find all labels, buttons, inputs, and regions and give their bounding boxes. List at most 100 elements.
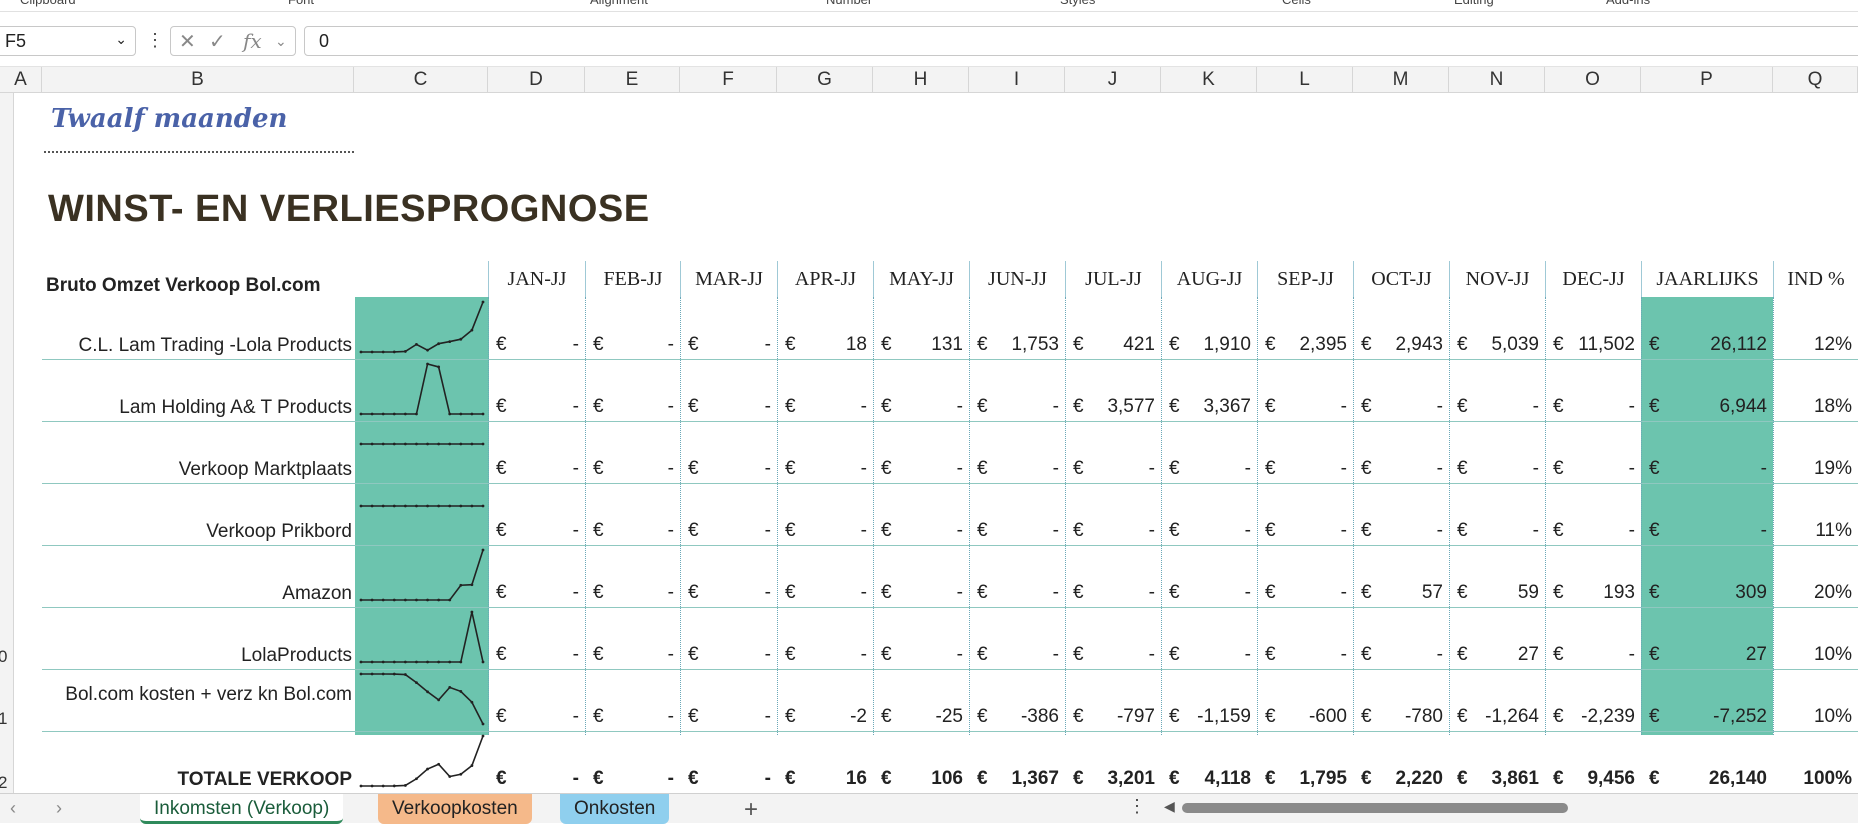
- name-box[interactable]: F5 ⌄: [0, 26, 136, 56]
- value-cell[interactable]: €131: [873, 334, 969, 358]
- value-cell[interactable]: € -: [1545, 644, 1641, 668]
- column-header-j[interactable]: J: [1065, 67, 1161, 93]
- formula-input[interactable]: 0: [304, 26, 1858, 56]
- value-cell[interactable]: € -: [777, 644, 873, 668]
- pct-cell[interactable]: 10%: [1773, 706, 1858, 730]
- value-cell[interactable]: € -: [873, 644, 969, 668]
- value-cell[interactable]: € -: [1449, 520, 1545, 544]
- value-cell[interactable]: € -: [488, 768, 585, 792]
- value-cell[interactable]: € -: [680, 520, 777, 544]
- insert-function-icon[interactable]: fx: [243, 29, 262, 53]
- value-cell[interactable]: €1,367: [969, 768, 1065, 792]
- column-header-f[interactable]: F: [680, 67, 777, 93]
- pct-cell[interactable]: 10%: [1773, 644, 1858, 668]
- value-cell[interactable]: € -: [585, 644, 680, 668]
- scroll-left-icon[interactable]: ◀: [1164, 798, 1175, 815]
- tab-verkoopkosten[interactable]: Verkoopkosten: [378, 794, 532, 824]
- column-header-k[interactable]: K: [1161, 67, 1257, 93]
- value-cell[interactable]: € -: [1161, 520, 1257, 544]
- value-cell[interactable]: € -: [1545, 396, 1641, 420]
- value-cell[interactable]: € -: [1161, 644, 1257, 668]
- value-cell[interactable]: € -: [1257, 520, 1353, 544]
- value-cell[interactable]: € -: [1641, 520, 1773, 544]
- value-cell[interactable]: € -: [1353, 396, 1449, 420]
- value-cell[interactable]: € -: [1353, 644, 1449, 668]
- column-header-p[interactable]: P: [1641, 67, 1773, 93]
- value-cell[interactable]: € -: [585, 520, 680, 544]
- value-cell[interactable]: € -: [873, 582, 969, 606]
- value-cell[interactable]: € -: [488, 396, 585, 420]
- row-header[interactable]: 2: [0, 773, 7, 793]
- value-cell[interactable]: €5,039: [1449, 334, 1545, 358]
- pct-cell[interactable]: 19%: [1773, 458, 1858, 482]
- value-cell[interactable]: €3,861: [1449, 768, 1545, 792]
- value-cell[interactable]: € -2,239: [1545, 706, 1641, 730]
- value-cell[interactable]: € -: [585, 458, 680, 482]
- value-cell[interactable]: € -: [585, 768, 680, 792]
- pct-cell[interactable]: 18%: [1773, 396, 1858, 420]
- value-cell[interactable]: € -1,159: [1161, 706, 1257, 730]
- pct-cell[interactable]: 12%: [1773, 334, 1858, 358]
- pct-cell[interactable]: 100%: [1773, 768, 1858, 792]
- value-cell[interactable]: €3,201: [1065, 768, 1161, 792]
- value-cell[interactable]: € -: [777, 520, 873, 544]
- scrollbar-thumb[interactable]: [1182, 803, 1568, 813]
- value-cell[interactable]: € -: [488, 706, 585, 730]
- value-cell[interactable]: € -: [680, 768, 777, 792]
- value-cell[interactable]: € -600: [1257, 706, 1353, 730]
- value-cell[interactable]: €11,502: [1545, 334, 1641, 358]
- value-cell[interactable]: €2,395: [1257, 334, 1353, 358]
- value-cell[interactable]: € -386: [969, 706, 1065, 730]
- value-cell[interactable]: € -: [585, 396, 680, 420]
- value-cell[interactable]: € -: [488, 582, 585, 606]
- value-cell[interactable]: € -: [1161, 458, 1257, 482]
- column-header-o[interactable]: O: [1545, 67, 1641, 93]
- value-cell[interactable]: € -: [1257, 644, 1353, 668]
- value-cell[interactable]: € -: [1353, 520, 1449, 544]
- value-cell[interactable]: €421: [1065, 334, 1161, 358]
- value-cell[interactable]: € -: [1065, 644, 1161, 668]
- value-cell[interactable]: € -: [969, 396, 1065, 420]
- row-header[interactable]: 0: [0, 647, 7, 667]
- value-cell[interactable]: €26,140: [1641, 768, 1773, 792]
- value-cell[interactable]: € -: [1353, 458, 1449, 482]
- column-header-b[interactable]: B: [42, 67, 354, 93]
- value-cell[interactable]: €1,753: [969, 334, 1065, 358]
- value-cell[interactable]: € -: [1257, 458, 1353, 482]
- chevron-down-icon[interactable]: ⌄: [275, 33, 287, 50]
- value-cell[interactable]: € -: [1065, 458, 1161, 482]
- value-cell[interactable]: € -: [680, 458, 777, 482]
- value-cell[interactable]: € -: [969, 582, 1065, 606]
- more-options-icon[interactable]: ⋮: [146, 30, 164, 51]
- value-cell[interactable]: € -: [585, 582, 680, 606]
- column-header-n[interactable]: N: [1449, 67, 1545, 93]
- value-cell[interactable]: € -: [1257, 396, 1353, 420]
- value-cell[interactable]: € -: [488, 644, 585, 668]
- add-sheet-icon[interactable]: +: [744, 796, 758, 824]
- value-cell[interactable]: €3,367: [1161, 396, 1257, 420]
- tab-inkomsten[interactable]: Inkomsten (Verkoop): [140, 794, 344, 824]
- value-cell[interactable]: € -: [969, 520, 1065, 544]
- value-cell[interactable]: € -780: [1353, 706, 1449, 730]
- value-cell[interactable]: € -7,252: [1641, 706, 1773, 730]
- value-cell[interactable]: € -: [1545, 458, 1641, 482]
- value-cell[interactable]: €27: [1641, 644, 1773, 668]
- column-header-g[interactable]: G: [777, 67, 873, 93]
- column-header-d[interactable]: D: [488, 67, 585, 93]
- value-cell[interactable]: € -: [777, 582, 873, 606]
- pct-cell[interactable]: 20%: [1773, 582, 1858, 606]
- value-cell[interactable]: € -: [585, 334, 680, 358]
- value-cell[interactable]: €2,220: [1353, 768, 1449, 792]
- value-cell[interactable]: € -: [585, 706, 680, 730]
- value-cell[interactable]: € -: [1161, 582, 1257, 606]
- value-cell[interactable]: €193: [1545, 582, 1641, 606]
- value-cell[interactable]: € -2: [777, 706, 873, 730]
- value-cell[interactable]: €1,795: [1257, 768, 1353, 792]
- chevron-down-icon[interactable]: ⌄: [115, 31, 127, 48]
- value-cell[interactable]: € -: [1449, 396, 1545, 420]
- value-cell[interactable]: € -: [1257, 582, 1353, 606]
- value-cell[interactable]: € -25: [873, 706, 969, 730]
- more-options-icon[interactable]: ⋮: [1128, 796, 1146, 817]
- value-cell[interactable]: €6,944: [1641, 396, 1773, 420]
- value-cell[interactable]: € -: [680, 396, 777, 420]
